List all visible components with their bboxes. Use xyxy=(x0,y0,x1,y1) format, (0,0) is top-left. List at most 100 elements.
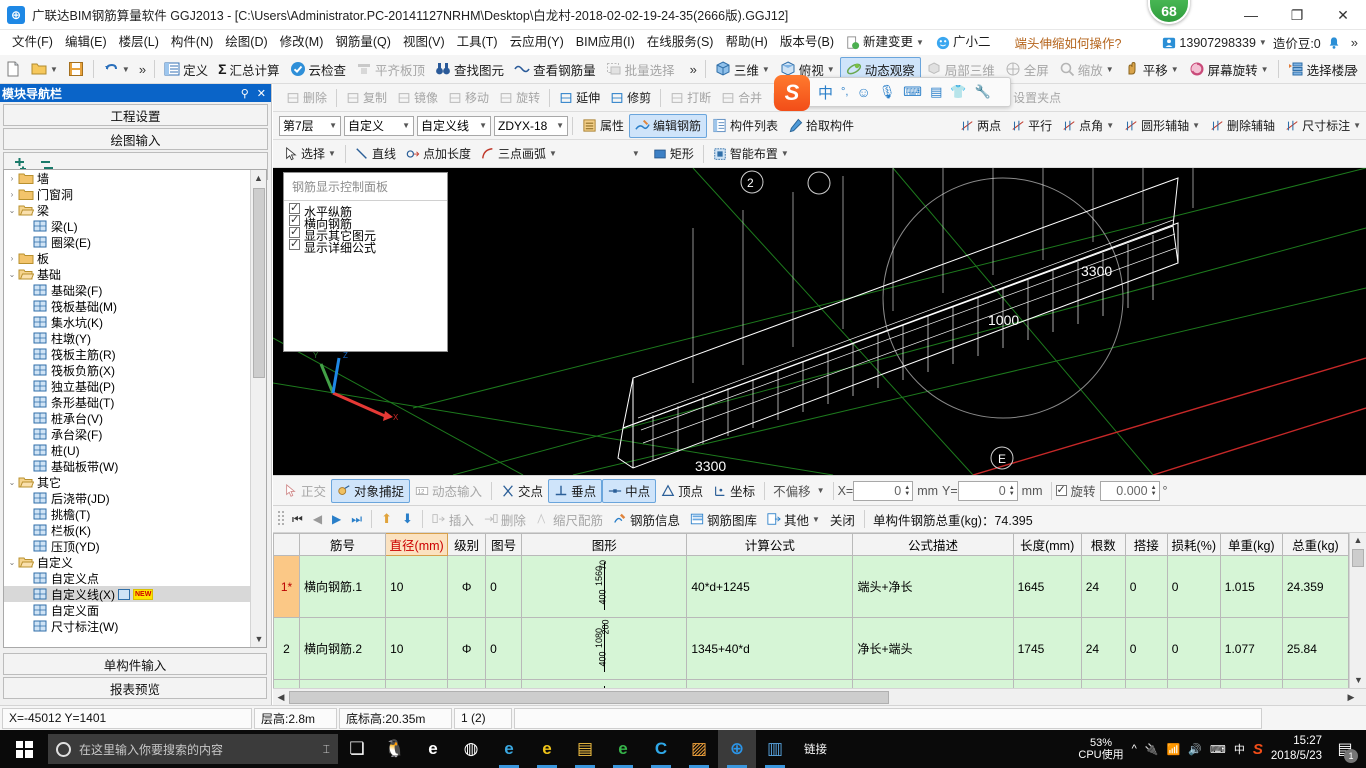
first-row-button[interactable]: ⏮ xyxy=(287,507,308,531)
taskbar-clock[interactable]: 15:27 2018/5/23 xyxy=(1271,734,1322,764)
ime-voice-icon[interactable]: 🎙 xyxy=(879,84,896,100)
tree-item[interactable]: 梁(L) xyxy=(4,218,252,234)
menu-modify[interactable]: 修改(M) xyxy=(274,30,330,55)
menu-help[interactable]: 帮助(H) xyxy=(719,30,773,55)
table-cell[interactable]: Φ xyxy=(447,617,487,680)
chevron-down-icon[interactable]: ▼ xyxy=(329,121,337,130)
account-button[interactable]: 13907298339 ▼ xyxy=(1162,36,1267,50)
table-cell[interactable]: 2 xyxy=(273,617,301,680)
define-button[interactable]: 定义 xyxy=(159,57,213,81)
tray-chevron-icon[interactable]: ^ xyxy=(1132,743,1137,755)
column-header[interactable]: 公式描述 xyxy=(852,533,1014,556)
toolbar-overflow-mid[interactable]: » xyxy=(686,62,701,77)
chrome-alt-icon[interactable]: ◍ xyxy=(452,730,490,768)
object-snap-button[interactable]: 对象捕捉 xyxy=(331,478,411,503)
close-button[interactable]: ✕ xyxy=(1320,0,1366,30)
column-header[interactable]: 损耗(%) xyxy=(1166,533,1221,556)
move-down-button[interactable]: ⬇ xyxy=(397,507,418,531)
summary-calc-button[interactable]: Σ 汇总计算 xyxy=(213,57,284,81)
browser-green-icon[interactable]: e xyxy=(604,730,642,768)
table-cell[interactable]: 24 xyxy=(1080,555,1126,618)
section-draw-input[interactable]: 绘图输入 xyxy=(3,128,268,150)
smart-layout-button[interactable]: 智能布置 ▼ xyxy=(708,142,794,166)
pin-icon[interactable]: ⚲ xyxy=(241,87,249,100)
qq-icon[interactable]: 🐧 xyxy=(376,730,414,768)
table-cell[interactable]: 净长+端头 xyxy=(852,617,1014,680)
last-row-button[interactable]: ⏭ xyxy=(346,507,367,531)
chevron-down-icon[interactable]: ▼ xyxy=(122,65,130,74)
column-header[interactable] xyxy=(273,533,301,556)
ggj-icon[interactable]: ⊕ xyxy=(718,730,756,768)
scroll-thumb[interactable] xyxy=(253,188,265,378)
menu-rebar[interactable]: 钢筋量(Q) xyxy=(329,30,397,55)
table-cell[interactable]: 1745 xyxy=(1012,617,1082,680)
tree-item[interactable]: 挑檐(T) xyxy=(4,506,252,522)
find-element-button[interactable]: 查找图元 xyxy=(430,57,509,81)
offset-mode-selector[interactable]: 不偏移 ▼ xyxy=(769,481,828,501)
table-cell[interactable]: 0 xyxy=(485,617,523,680)
screen-rotate-button[interactable]: 屏幕旋转 ▼ xyxy=(1184,57,1274,81)
chevron-down-icon[interactable]: ⌄ xyxy=(6,558,18,567)
tree-item[interactable]: › 门窗洞 xyxy=(4,186,252,202)
delete-row-button[interactable]: 删除 xyxy=(479,507,531,531)
chevron-down-icon[interactable]: ▼ xyxy=(479,121,487,130)
table-cell[interactable]: 1* xyxy=(273,555,301,618)
table-cell[interactable]: 10 xyxy=(385,617,449,680)
excel-icon[interactable]: ▥ xyxy=(756,730,794,768)
minimize-button[interactable]: — xyxy=(1228,0,1274,30)
menu-online-service[interactable]: 在线服务(S) xyxy=(641,30,720,55)
notification-center-button[interactable]: ▤ 1 xyxy=(1330,730,1360,768)
coordinate-snap-button[interactable]: 坐标 xyxy=(708,479,760,503)
task-view-icon[interactable]: ❏ xyxy=(338,730,376,768)
menu-version[interactable]: 版本号(B) xyxy=(774,30,840,55)
table-cell[interactable]: 横向钢筋.1 xyxy=(299,555,387,618)
column-header[interactable]: 筋号 xyxy=(299,533,387,556)
other-button[interactable]: 其他 ▼ xyxy=(762,507,825,531)
chevron-down-icon[interactable]: ▼ xyxy=(1353,121,1361,130)
edit-rebar-button[interactable]: 编辑钢筋 xyxy=(629,113,708,138)
hscroll-thumb[interactable] xyxy=(289,690,889,704)
zoom-button[interactable]: 缩放 ▼ xyxy=(1054,57,1119,81)
tree-item[interactable]: 基础梁(F) xyxy=(4,282,252,298)
break-button[interactable]: 打断 xyxy=(665,86,716,110)
vertex-snap-button[interactable]: 顶点 xyxy=(656,479,708,503)
ime-emoji-icon[interactable]: ☺ xyxy=(856,84,870,100)
score-badge[interactable]: 68 xyxy=(1148,0,1190,24)
move-button[interactable]: 移动 xyxy=(443,86,494,110)
column-header[interactable]: 计算公式 xyxy=(686,533,854,556)
chevron-down-icon[interactable]: ⌄ xyxy=(6,206,18,215)
restore-button[interactable]: ❐ xyxy=(1274,0,1320,30)
ime-skin-icon[interactable]: 👕 xyxy=(950,84,966,100)
tree-item[interactable]: 自定义面 xyxy=(4,602,252,618)
tree-item[interactable]: ⌄ 其它 xyxy=(4,474,252,490)
ime-settings-icon[interactable]: 🔧 xyxy=(975,84,991,100)
scale-rebar-button[interactable]: 缩尺配筋 xyxy=(531,507,608,531)
menu-component[interactable]: 构件(N) xyxy=(165,30,219,55)
chevron-right-icon[interactable]: › xyxy=(6,174,18,183)
chevron-down-icon[interactable]: ▼ xyxy=(1106,121,1114,130)
tree-scrollbar[interactable]: ▲ ▼ xyxy=(250,170,266,647)
table-horizontal-scrollbar[interactable]: ◀ ▶ xyxy=(273,688,1366,705)
notepad-icon[interactable]: ▨ xyxy=(680,730,718,768)
chevron-right-icon[interactable]: › xyxy=(6,254,18,263)
view-rebar-qty-button[interactable]: 查看钢筋量 xyxy=(509,57,601,81)
save-button[interactable] xyxy=(63,57,89,81)
table-cell[interactable]: 1645 xyxy=(1012,555,1082,618)
table-row[interactable]: 1* 横向钢筋.1 10 Φ 0 70 1560 400 40*d+1245 端头+净长 1645 2… xyxy=(273,555,1350,618)
undo-button[interactable]: ▼ xyxy=(98,57,135,81)
table-cell[interactable]: 10 xyxy=(385,555,449,618)
tree-item[interactable]: 自定义线(X) NEW xyxy=(4,586,252,602)
close-icon[interactable]: ✕ xyxy=(257,87,266,100)
menu-draw[interactable]: 绘图(D) xyxy=(219,30,273,55)
folder-icon[interactable]: ▤ xyxy=(566,730,604,768)
section-single-component[interactable]: 单构件输入 xyxy=(3,653,267,675)
new-change-button[interactable]: 新建变更 ▼ xyxy=(840,30,930,55)
tree-item[interactable]: › 墙 xyxy=(4,170,252,186)
sogou-browser-icon[interactable]: C xyxy=(642,730,680,768)
three-d-button[interactable]: 三维 ▼ xyxy=(710,57,775,81)
cpu-usage-indicator[interactable]: 53% CPU使用 xyxy=(1078,737,1123,761)
volume-icon[interactable]: 🔊 xyxy=(1188,743,1202,756)
ime-punctuation-icon[interactable]: °, xyxy=(841,86,848,98)
table-cell[interactable]: 横向钢筋.2 xyxy=(299,617,387,680)
next-row-button[interactable]: ▶ xyxy=(327,507,346,531)
